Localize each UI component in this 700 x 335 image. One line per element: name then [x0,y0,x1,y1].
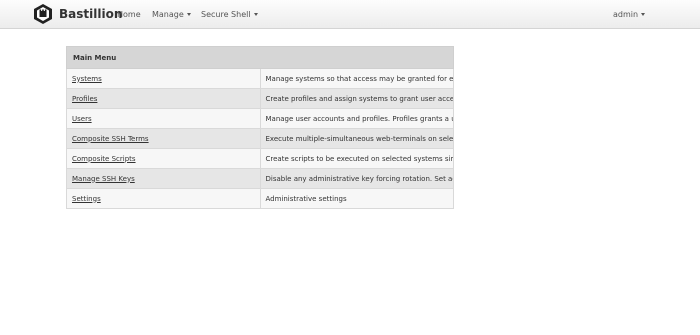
user-name: admin [613,10,639,19]
menu-link-profiles[interactable]: Profiles [72,95,97,103]
top-navbar: Bastillion Home Manage Secure Shell admi… [0,0,700,29]
menu-link-cell: Systems [66,68,261,89]
menu-link-settings[interactable]: Settings [72,195,101,203]
table-row: Manage SSH Keys Disable any administrati… [66,168,454,189]
table-row: Composite SSH Terms Execute multiple-sim… [66,128,454,149]
user-menu-dropdown[interactable]: admin [613,0,646,29]
nav-manage-label: Manage [152,10,184,19]
menu-description: Manage systems so that access may be gra… [259,68,454,89]
menu-link-systems[interactable]: Systems [72,75,102,83]
menu-link-manage-ssh-keys[interactable]: Manage SSH Keys [72,175,135,183]
nav-home-label: Home [117,10,141,19]
menu-link-composite-scripts[interactable]: Composite Scripts [72,155,136,163]
main-menu-heading: Main Menu [66,46,454,69]
menu-description: Administrative settings [259,188,454,209]
menu-description: Manage user accounts and profiles. Profi… [259,108,454,129]
menu-description: Execute multiple-simultaneous web-termin… [259,128,454,149]
menu-link-cell: Profiles [66,88,261,109]
menu-link-cell: Settings [66,188,261,209]
menu-link-cell: Manage SSH Keys [66,168,261,189]
table-row: Composite Scripts Create scripts to be e… [66,148,454,169]
menu-description: Disable any administrative key forcing r… [259,168,454,189]
nav-home[interactable]: Home [117,0,141,29]
caret-down-icon [253,13,258,16]
menu-description: Create profiles and assign systems to gr… [259,88,454,109]
menu-link-cell: Composite Scripts [66,148,261,169]
table-row: Settings Administrative settings [66,188,454,209]
menu-link-composite-ssh-terms[interactable]: Composite SSH Terms [72,135,149,143]
menu-link-cell: Composite SSH Terms [66,128,261,149]
menu-description: Create scripts to be executed on selecte… [259,148,454,169]
nav-secure-shell-label: Secure Shell [201,10,251,19]
caret-down-icon [641,13,646,16]
table-row: Users Manage user accounts and profiles.… [66,108,454,129]
main-menu-table: Main Menu Systems Manage systems so that… [66,46,454,209]
table-row: Profiles Create profiles and assign syst… [66,88,454,109]
nav-manage-dropdown[interactable]: Manage [152,0,191,29]
bastillion-logo-icon [34,4,52,24]
caret-down-icon [186,13,191,16]
table-header-row: Main Menu [66,46,454,69]
menu-link-cell: Users [66,108,261,129]
brand-link[interactable]: Bastillion [33,3,122,25]
brand-name: Bastillion [59,7,123,21]
menu-link-users[interactable]: Users [72,115,92,123]
table-row: Systems Manage systems so that access ma… [66,68,454,89]
nav-secure-shell-dropdown[interactable]: Secure Shell [201,0,258,29]
